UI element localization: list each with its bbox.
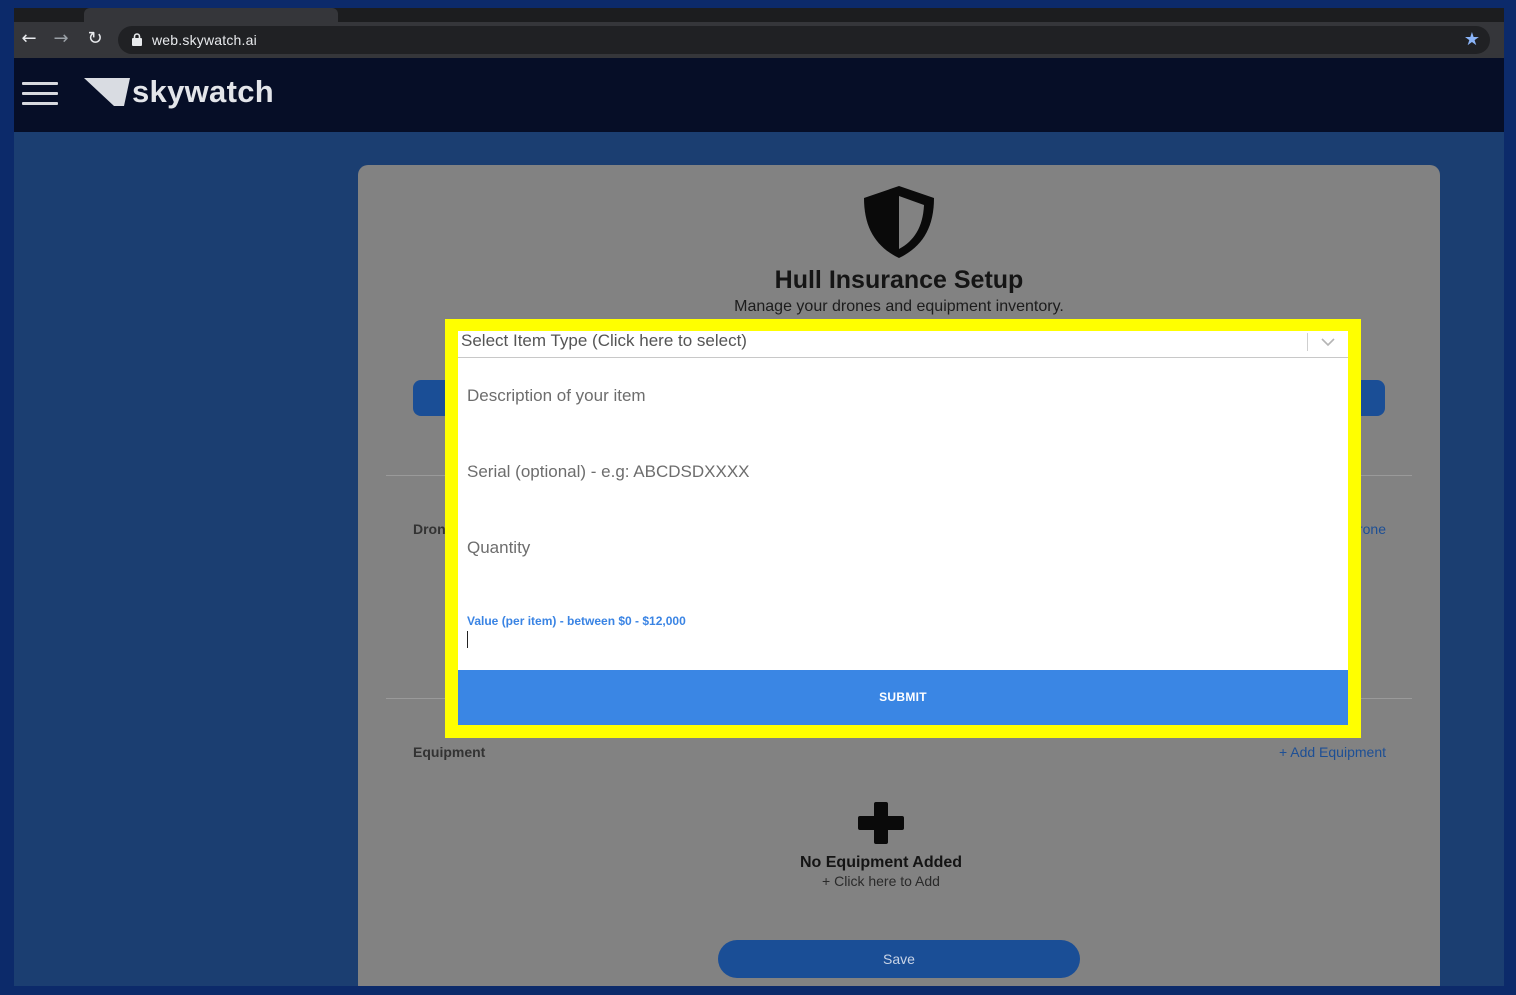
skywatch-logo[interactable]: skywatch <box>84 72 274 112</box>
page-title: Hull Insurance Setup <box>774 266 1024 294</box>
empty-state-title[interactable]: No Equipment Added <box>358 854 1404 872</box>
bookmark-star-icon[interactable]: ★ <box>1464 29 1480 50</box>
logo-wing-icon <box>84 78 130 106</box>
lock-icon <box>132 33 142 46</box>
add-item-modal: Select Item Type (Click here to select) … <box>458 331 1348 725</box>
url-text: web.skywatch.ai <box>152 32 257 48</box>
back-arrow-icon[interactable]: ← <box>18 28 40 50</box>
shield-icon <box>864 186 934 258</box>
app-header: skywatch <box>14 58 1504 132</box>
select-separator <box>1307 333 1308 351</box>
highlight-box: Select Item Type (Click here to select) … <box>445 319 1361 738</box>
description-field[interactable]: Description of your item <box>467 386 646 406</box>
value-field-cursor[interactable] <box>467 631 468 648</box>
page-subtitle: Manage your drones and equipment invento… <box>734 298 1064 315</box>
reload-icon[interactable]: ↻ <box>84 28 106 50</box>
active-tab[interactable] <box>84 8 338 22</box>
forward-arrow-icon[interactable]: → <box>50 28 72 50</box>
add-equipment-link[interactable]: + Add Equipment <box>1279 744 1386 760</box>
brand-name: skywatch <box>132 74 274 109</box>
tab-strip <box>14 8 1504 22</box>
plus-icon[interactable] <box>858 802 904 844</box>
hamburger-menu-icon[interactable] <box>22 82 58 106</box>
quantity-field[interactable]: Quantity <box>467 538 530 558</box>
browser-toolbar: ← → ↻ web.skywatch.ai ★ <box>14 22 1504 58</box>
chevron-down-icon[interactable] <box>1320 334 1336 350</box>
equipment-section-label: Equipment <box>413 744 486 760</box>
empty-state-add-link[interactable]: + Click here to Add <box>358 873 1404 889</box>
value-field-label: Value (per item) - between $0 - $12,000 <box>467 614 686 628</box>
item-type-select[interactable]: Select Item Type (Click here to select) <box>458 331 1348 358</box>
serial-field[interactable]: Serial (optional) - e.g: ABCDSDXXXX <box>467 462 750 482</box>
address-bar[interactable]: web.skywatch.ai ★ <box>118 26 1490 54</box>
submit-button[interactable]: SUBMIT <box>458 670 1348 725</box>
item-type-placeholder: Select Item Type (Click here to select) <box>461 331 747 350</box>
save-button[interactable]: Save <box>718 940 1080 978</box>
